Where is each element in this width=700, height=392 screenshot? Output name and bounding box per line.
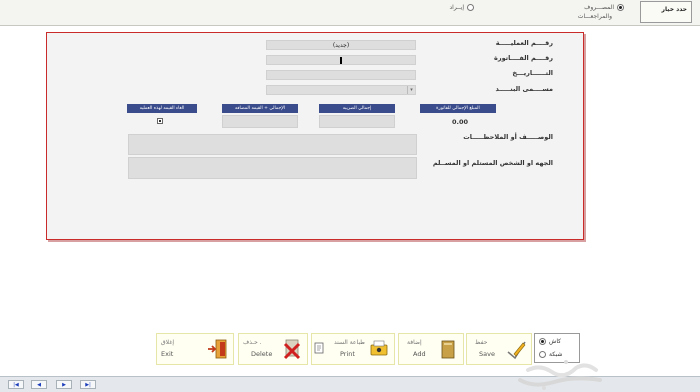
nav-last-button[interactable]: ▶|: [80, 380, 96, 389]
col-header-vat-exempt: الغاء القيمه لهذه العمليه: [127, 104, 197, 113]
top-bar: حدد خيار المصـــروف والمراجعـــات إيــرا…: [0, 0, 700, 26]
exit-label-ar: إغلاق: [161, 339, 175, 346]
total-invoice-value: 0.00: [452, 118, 469, 126]
radio-bank-label: شبكة: [549, 351, 563, 358]
item-name-label: مســــمى البنـــــد: [495, 85, 553, 93]
print-button[interactable]: طباعة السند Print: [311, 333, 395, 365]
radio-bank[interactable]: شبكة: [539, 351, 562, 358]
radio-dot[interactable]: [539, 351, 546, 358]
document-icon: [314, 342, 324, 354]
col-header-total-incl: الإجمالي + القيمه المضافه: [222, 104, 298, 113]
radio-dot-selected[interactable]: [539, 338, 546, 345]
delete-icon: [283, 339, 301, 360]
nav-next-button[interactable]: ▶: [56, 380, 72, 389]
op-number-label: رقــــم العمليـــــة: [495, 39, 553, 47]
add-button[interactable]: إضافة Add: [398, 333, 464, 365]
delete-button[interactable]: حـذف . Delete: [238, 333, 308, 365]
text-cursor-icon: [340, 57, 342, 64]
add-label-en: Add: [413, 350, 426, 358]
radio-dot-fill: [541, 340, 544, 343]
description-label: الوصـــــف أو الملاحظـــــات: [463, 133, 553, 141]
radio-dot[interactable]: [467, 4, 474, 11]
col-header-tax-total: إجمالي الضريبه: [319, 104, 395, 113]
chevron-down-icon[interactable]: ▾: [407, 86, 415, 94]
save-label-en: Save: [479, 350, 495, 358]
add-document-icon: [441, 340, 455, 359]
radio-expenses[interactable]: المصـــروف: [584, 4, 624, 11]
delete-label-ar: حـذف .: [243, 339, 262, 346]
col-header-total-invoice: المبلغ الإجمالي للفاتورة: [420, 104, 496, 113]
invoice-number-label: رقــــم الفــــاتورة: [493, 54, 553, 62]
radio-revenue-label: إيــراد: [449, 4, 464, 11]
voucher-form-panel: رقــــم العمليـــــة (جديد) رقــــم الفـ…: [46, 32, 584, 240]
item-name-combo[interactable]: ▾: [266, 85, 416, 95]
choose-option-label: حدد خيار: [661, 6, 687, 13]
print-label-en: Print: [340, 350, 355, 358]
delete-label-en: Delete: [251, 350, 273, 358]
radio-cash-label: كاش: [549, 338, 562, 345]
invoice-number-input[interactable]: [266, 55, 416, 65]
total-incl-field: [222, 115, 298, 128]
op-number-field: (جديد): [266, 40, 416, 50]
radio-revenue[interactable]: إيــراد: [449, 4, 474, 11]
nav-first-button[interactable]: |◀: [8, 380, 24, 389]
radio-expenses-label-line2: والمراجعـــات: [577, 13, 612, 20]
haraj-watermark-logo: [518, 360, 602, 390]
radio-dot-selected[interactable]: [617, 4, 624, 11]
description-textarea[interactable]: [128, 134, 417, 155]
radio-expenses-label: المصـــروف: [584, 4, 614, 11]
choose-option-box: حدد خيار: [640, 1, 692, 23]
pencil-save-icon: [507, 341, 526, 360]
tax-total-field: [319, 115, 395, 128]
radio-cash[interactable]: كاش: [539, 338, 561, 345]
transaction-type-radio-group: المصـــروف والمراجعـــات إيــراد: [374, 3, 624, 21]
exit-button[interactable]: إغلاق Exit: [156, 333, 234, 365]
exit-door-icon: [208, 339, 227, 359]
exit-label-en: Exit: [161, 350, 174, 358]
print-label-ar: طباعة السند: [334, 339, 365, 346]
date-input[interactable]: [266, 70, 416, 80]
add-label-ar: إضافة: [407, 339, 422, 346]
party-textarea[interactable]: [128, 157, 417, 179]
party-label: الجهه او الشخص المستلم او المســلم: [432, 159, 553, 167]
nav-prev-button[interactable]: ◀: [31, 380, 47, 389]
vat-exempt-checkbox[interactable]: [157, 118, 163, 124]
date-label: التــــــاريـــخ: [512, 69, 553, 77]
printer-icon: [370, 340, 388, 356]
save-label-ar: حفظ: [475, 339, 488, 346]
